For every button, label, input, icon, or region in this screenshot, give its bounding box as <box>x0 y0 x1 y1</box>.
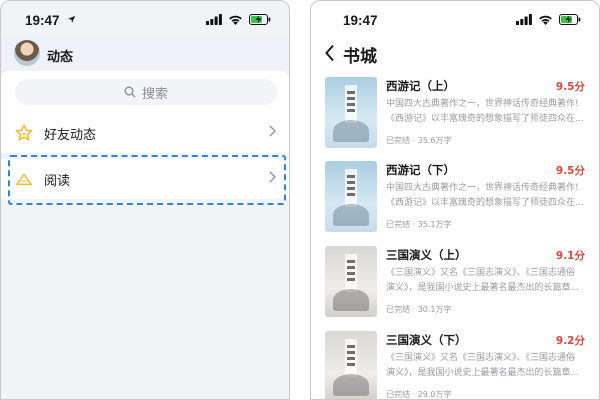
book-title: 西游记（下） <box>386 163 455 177</box>
book-desc-line: 演义》，是我国小说史上最著名最杰出的长篇章... <box>386 368 580 378</box>
book-item[interactable]: 三国演义（下） 9.2分 《三国演义》又名《三国志演义》、《三国志通俗 演义》，… <box>311 331 599 399</box>
right-phone-screen: 19:47 书城 西游记（上） 9.5分 中国四大古典著作之一，世界神话传奇经典… <box>310 0 600 400</box>
book-item[interactable]: 西游记（上） 9.5分 中国四大古典著作之一，世界神话传奇经典著作! 《西游记》… <box>311 77 599 160</box>
chevron-right-icon <box>269 125 276 141</box>
book-item[interactable]: 三国演义（上） 9.1分 《三国演义》又名《三国志演义》、《三国志通俗 演义》，… <box>311 246 599 329</box>
wifi-icon <box>229 15 242 25</box>
location-arrow-icon <box>67 15 76 24</box>
book-meta: 已完结 · 35.6万字 <box>386 136 452 145</box>
book-desc-line: 《西游记》以丰富瑰奇的想象描写了师徒四众在... <box>386 114 584 124</box>
book-meta: 已完结 · 35.1万字 <box>386 220 452 229</box>
header-bar: 动态 <box>1 37 289 71</box>
book-cover <box>325 246 377 317</box>
book-desc-line: 演义》，是我国小说史上最著名最杰出的长篇章... <box>386 283 580 293</box>
page-title: 书城 <box>343 47 377 67</box>
status-bar: 19:47 <box>1 1 289 41</box>
book-score: 9.2分 <box>555 335 585 347</box>
book-score: 9.1分 <box>555 250 585 262</box>
star-icon <box>15 124 33 141</box>
battery-charging-icon <box>559 14 581 25</box>
book-desc-line: 《三国演义》又名《三国志演义》、《三国志通俗 <box>386 268 576 278</box>
book-cover <box>325 161 377 232</box>
search-icon <box>124 86 136 98</box>
status-bar: 19:47 <box>311 1 599 41</box>
book-desc-line: 中国四大古典著作之一，世界神话传奇经典著作! <box>386 183 579 193</box>
book-description: 中国四大古典著作之一，世界神话传奇经典著作! 《西游记》以丰富瑰奇的想象描写了师… <box>386 181 586 211</box>
book-cover <box>325 77 377 148</box>
book-score: 9.5分 <box>555 165 585 177</box>
book-title: 西游记（上） <box>386 79 455 93</box>
book-cover <box>325 331 377 399</box>
left-phone-screen: 19:47 动态 搜索 好友动态 阅读 <box>0 0 290 400</box>
book-item[interactable]: 西游记（下） 9.5分 中国四大古典著作之一，世界神话传奇经典著作! 《西游记》… <box>311 161 599 244</box>
book-score: 9.5分 <box>555 81 585 93</box>
search-placeholder: 搜索 <box>141 86 168 102</box>
avatar[interactable] <box>14 40 40 66</box>
book-desc-line: 《西游记》以丰富瑰奇的想象描写了师徒四众在... <box>386 198 584 208</box>
signal-icon <box>516 14 532 25</box>
book-description: 《三国演义》又名《三国志演义》、《三国志通俗 演义》，是我国小说史上最著名最杰出… <box>386 351 586 381</box>
menu-item-friends-feed[interactable]: 好友动态 <box>1 113 289 153</box>
wifi-icon <box>539 15 552 25</box>
book-description: 《三国演义》又名《三国志演义》、《三国志通俗 演义》，是我国小说史上最著名最杰出… <box>386 266 586 296</box>
book-desc-line: 《三国演义》又名《三国志演义》、《三国志通俗 <box>386 353 576 363</box>
book-desc-line: 中国四大古典著作之一，世界神话传奇经典著作! <box>386 99 579 109</box>
menu-label: 好友动态 <box>44 127 97 143</box>
signal-icon <box>206 14 222 25</box>
back-chevron-icon[interactable] <box>325 44 335 62</box>
status-time: 19:47 <box>343 13 378 28</box>
book-title: 三国演义（上） <box>386 248 467 262</box>
book-description: 中国四大古典著作之一，世界神话传奇经典著作! 《西游记》以丰富瑰奇的想象描写了师… <box>386 97 586 127</box>
highlight-dashed-box <box>8 155 286 205</box>
book-meta: 已完结 · 30.1万字 <box>386 305 452 314</box>
search-input[interactable]: 搜索 <box>15 79 277 105</box>
book-title: 三国演义（下） <box>386 333 467 347</box>
book-meta: 已完结 · 29.0万字 <box>386 390 452 399</box>
status-time: 19:47 <box>25 13 60 28</box>
battery-charging-icon <box>249 14 271 25</box>
page-title: 动态 <box>47 50 74 65</box>
